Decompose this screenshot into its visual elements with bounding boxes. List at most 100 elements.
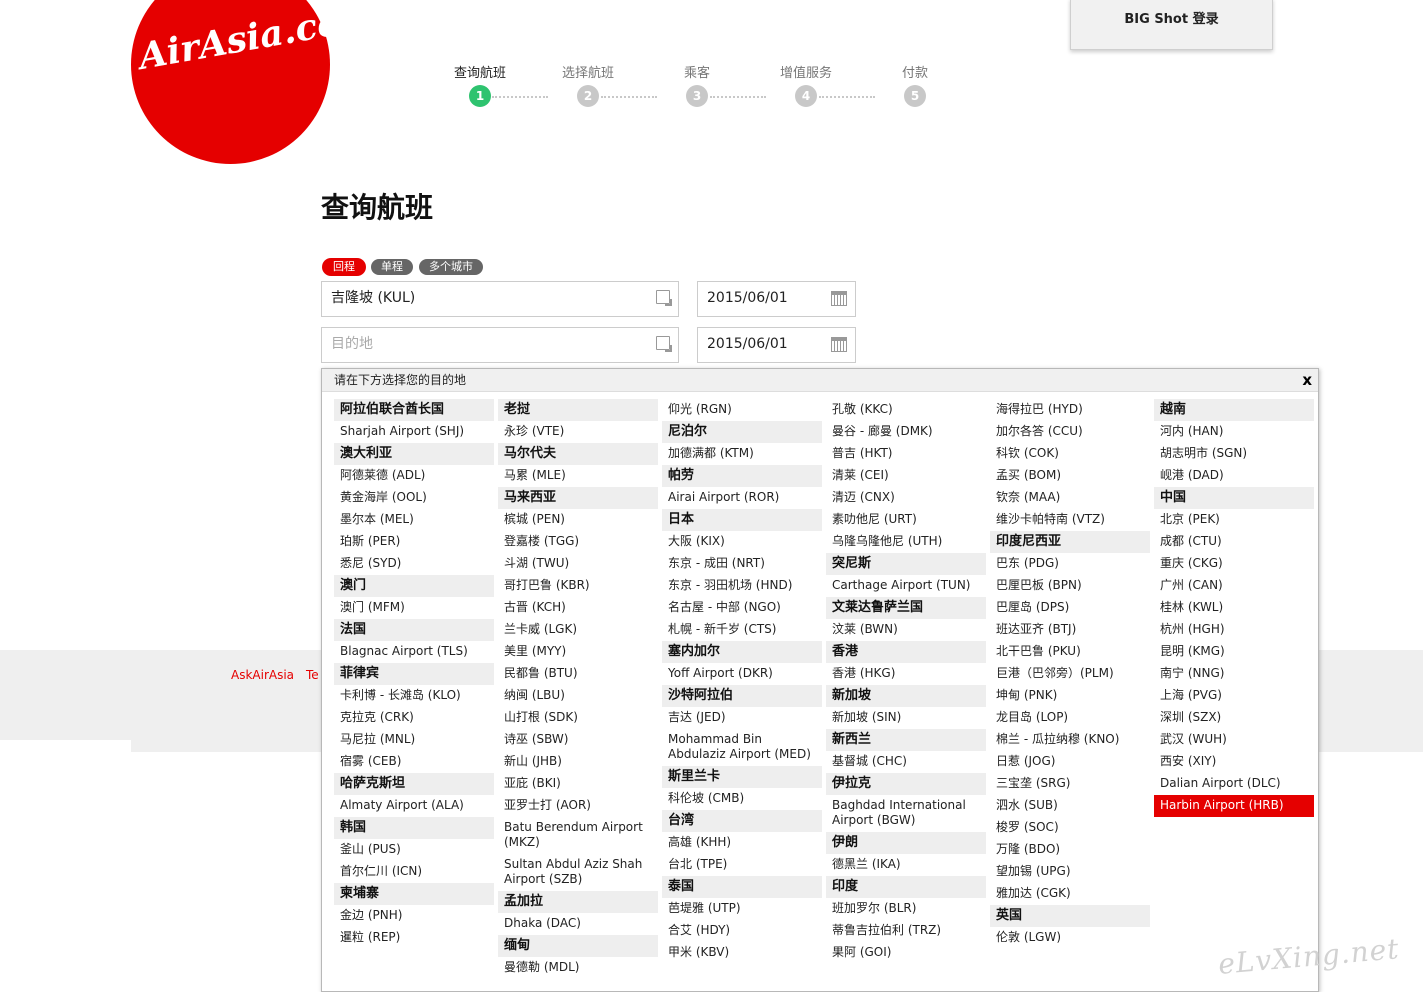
destination-option[interactable]: 北干巴鲁 (PKU) bbox=[990, 641, 1150, 663]
destination-option[interactable]: 广州 (CAN) bbox=[1154, 575, 1314, 597]
destination-option[interactable]: 万隆 (BDO) bbox=[990, 839, 1150, 861]
destination-option[interactable]: 澳门 (MFM) bbox=[334, 597, 494, 619]
destination-option[interactable]: 加德满都 (KTM) bbox=[662, 443, 822, 465]
destination-option[interactable]: 东京 - 成田 (NRT) bbox=[662, 553, 822, 575]
destination-option[interactable]: 阿德莱德 (ADL) bbox=[334, 465, 494, 487]
destination-option[interactable]: 海得拉巴 (HYD) bbox=[990, 399, 1150, 421]
destination-option[interactable]: 古晋 (KCH) bbox=[498, 597, 658, 619]
destination-option[interactable]: 哥打巴鲁 (KBR) bbox=[498, 575, 658, 597]
destination-option[interactable]: 清迈 (CNX) bbox=[826, 487, 986, 509]
destination-option[interactable]: 黄金海岸 (OOL) bbox=[334, 487, 494, 509]
destination-option[interactable]: 美里 (MYY) bbox=[498, 641, 658, 663]
destination-option[interactable]: 新山 (JHB) bbox=[498, 751, 658, 773]
destination-option[interactable]: Batu Berendum Airport (MKZ) bbox=[498, 817, 658, 854]
destination-option[interactable]: 科伦坡 (CMB) bbox=[662, 788, 822, 810]
destination-option[interactable]: 杭州 (HGH) bbox=[1154, 619, 1314, 641]
big-shot-login-button[interactable]: BIG Shot 登录 bbox=[1070, 0, 1273, 50]
destination-option[interactable]: 新加坡 (SIN) bbox=[826, 707, 986, 729]
calendar-icon[interactable] bbox=[831, 291, 847, 306]
destination-option[interactable]: 宿雾 (CEB) bbox=[334, 751, 494, 773]
close-icon[interactable]: x bbox=[1302, 369, 1312, 391]
destination-option[interactable]: Dalian Airport (DLC) bbox=[1154, 773, 1314, 795]
destination-option[interactable]: 马尼拉 (MNL) bbox=[334, 729, 494, 751]
destination-option[interactable]: 克拉克 (CRK) bbox=[334, 707, 494, 729]
destination-option[interactable]: 芭堤雅 (UTP) bbox=[662, 898, 822, 920]
destination-option[interactable]: 诗巫 (SBW) bbox=[498, 729, 658, 751]
calendar-icon[interactable] bbox=[831, 337, 847, 352]
destination-option[interactable]: Baghdad International Airport (BGW) bbox=[826, 795, 986, 832]
destination-option[interactable]: 兰卡威 (LGK) bbox=[498, 619, 658, 641]
expand-icon[interactable] bbox=[656, 290, 672, 306]
destination-option[interactable]: 槟城 (PEN) bbox=[498, 509, 658, 531]
destination-option[interactable]: 基督城 (CHC) bbox=[826, 751, 986, 773]
destination-option[interactable]: 孟买 (BOM) bbox=[990, 465, 1150, 487]
destination-option[interactable]: Sharjah Airport (SHJ) bbox=[334, 421, 494, 443]
destination-option[interactable]: 吉达 (JED) bbox=[662, 707, 822, 729]
destination-option[interactable]: 斗湖 (TWU) bbox=[498, 553, 658, 575]
destination-option[interactable]: 汶莱 (BWN) bbox=[826, 619, 986, 641]
destination-input[interactable]: 目的地 bbox=[321, 327, 679, 363]
destination-option[interactable]: 亚罗士打 (AOR) bbox=[498, 795, 658, 817]
destination-option[interactable]: 桂林 (KWL) bbox=[1154, 597, 1314, 619]
destination-option[interactable]: 深圳 (SZX) bbox=[1154, 707, 1314, 729]
destination-option[interactable]: 果阿 (GOI) bbox=[826, 942, 986, 964]
destination-option[interactable]: 坤甸 (PNK) bbox=[990, 685, 1150, 707]
destination-option[interactable]: 香港 (HKG) bbox=[826, 663, 986, 685]
destination-option[interactable]: 梭罗 (SOC) bbox=[990, 817, 1150, 839]
destination-option[interactable]: 清莱 (CEI) bbox=[826, 465, 986, 487]
destination-option[interactable]: 雅加达 (CGK) bbox=[990, 883, 1150, 905]
destination-option[interactable]: 纳闽 (LBU) bbox=[498, 685, 658, 707]
destination-option[interactable]: 河内 (HAN) bbox=[1154, 421, 1314, 443]
destination-option[interactable]: 合艾 (HDY) bbox=[662, 920, 822, 942]
depart-date-input[interactable]: 2015/06/01 bbox=[697, 281, 856, 317]
footer-link[interactable]: Te bbox=[306, 668, 319, 682]
destination-option[interactable]: Sultan Abdul Aziz Shah Airport (SZB) bbox=[498, 854, 658, 891]
expand-icon[interactable] bbox=[656, 336, 672, 352]
destination-option[interactable]: 东京 - 羽田机场 (HND) bbox=[662, 575, 822, 597]
destination-option[interactable]: 维沙卡帕特南 (VTZ) bbox=[990, 509, 1150, 531]
destination-option[interactable]: 乌隆乌隆他尼 (UTH) bbox=[826, 531, 986, 553]
destination-option[interactable]: 上海 (PVG) bbox=[1154, 685, 1314, 707]
destination-option[interactable]: Yoff Airport (DKR) bbox=[662, 663, 822, 685]
trip-type-multi-city[interactable]: 多个城市 bbox=[419, 259, 483, 275]
destination-option[interactable]: 暹粒 (REP) bbox=[334, 927, 494, 949]
destination-option[interactable]: 曼谷 - 廊曼 (DMK) bbox=[826, 421, 986, 443]
destination-option[interactable]: 登嘉楼 (TGG) bbox=[498, 531, 658, 553]
return-date-input[interactable]: 2015/06/01 bbox=[697, 327, 856, 363]
destination-option[interactable]: 孔敬 (KKC) bbox=[826, 399, 986, 421]
destination-option[interactable]: 泗水 (SUB) bbox=[990, 795, 1150, 817]
destination-option[interactable]: 班加罗尔 (BLR) bbox=[826, 898, 986, 920]
origin-input[interactable]: 吉隆坡 (KUL) bbox=[321, 281, 679, 317]
destination-option[interactable]: Carthage Airport (TUN) bbox=[826, 575, 986, 597]
trip-type-return[interactable]: 回程 bbox=[323, 259, 365, 275]
destination-option[interactable]: 普吉 (HKT) bbox=[826, 443, 986, 465]
destination-option[interactable]: Airai Airport (ROR) bbox=[662, 487, 822, 509]
destination-option[interactable]: 札幌 - 新千岁 (CTS) bbox=[662, 619, 822, 641]
destination-option[interactable]: 南宁 (NNG) bbox=[1154, 663, 1314, 685]
destination-option[interactable]: 武汉 (WUH) bbox=[1154, 729, 1314, 751]
destination-option[interactable]: 重庆 (CKG) bbox=[1154, 553, 1314, 575]
destination-option[interactable]: 龙目岛 (LOP) bbox=[990, 707, 1150, 729]
destination-option[interactable]: 三宝垄 (SRG) bbox=[990, 773, 1150, 795]
destination-option[interactable]: 高雄 (KHH) bbox=[662, 832, 822, 854]
destination-option[interactable]: 墨尔本 (MEL) bbox=[334, 509, 494, 531]
destination-option[interactable]: 巴厘岛 (DPS) bbox=[990, 597, 1150, 619]
destination-option[interactable]: 胡志明市 (SGN) bbox=[1154, 443, 1314, 465]
destination-option[interactable]: 巨港（巴邻旁）(PLM) bbox=[990, 663, 1150, 685]
destination-option[interactable]: 西安 (XIY) bbox=[1154, 751, 1314, 773]
destination-option[interactable]: 巴厘巴板 (BPN) bbox=[990, 575, 1150, 597]
destination-option[interactable]: 卡利博 - 长滩岛 (KLO) bbox=[334, 685, 494, 707]
destination-option[interactable]: 棉兰 - 瓜拉纳穆 (KNO) bbox=[990, 729, 1150, 751]
destination-option[interactable]: 岘港 (DAD) bbox=[1154, 465, 1314, 487]
trip-type-one-way[interactable]: 单程 bbox=[371, 259, 413, 275]
destination-option[interactable]: 蒂鲁吉拉伯利 (TRZ) bbox=[826, 920, 986, 942]
destination-option[interactable]: Mohammad Bin Abdulaziz Airport (MED) bbox=[662, 729, 822, 766]
destination-option[interactable]: 甲米 (KBV) bbox=[662, 942, 822, 964]
destination-option[interactable]: 仰光 (RGN) bbox=[662, 399, 822, 421]
destination-option[interactable]: 马累 (MLE) bbox=[498, 465, 658, 487]
destination-option[interactable]: 北京 (PEK) bbox=[1154, 509, 1314, 531]
destination-option[interactable]: 班达亚齐 (BTJ) bbox=[990, 619, 1150, 641]
destination-option[interactable]: 台北 (TPE) bbox=[662, 854, 822, 876]
destination-option[interactable]: 巴东 (PDG) bbox=[990, 553, 1150, 575]
destination-option[interactable]: 昆明 (KMG) bbox=[1154, 641, 1314, 663]
